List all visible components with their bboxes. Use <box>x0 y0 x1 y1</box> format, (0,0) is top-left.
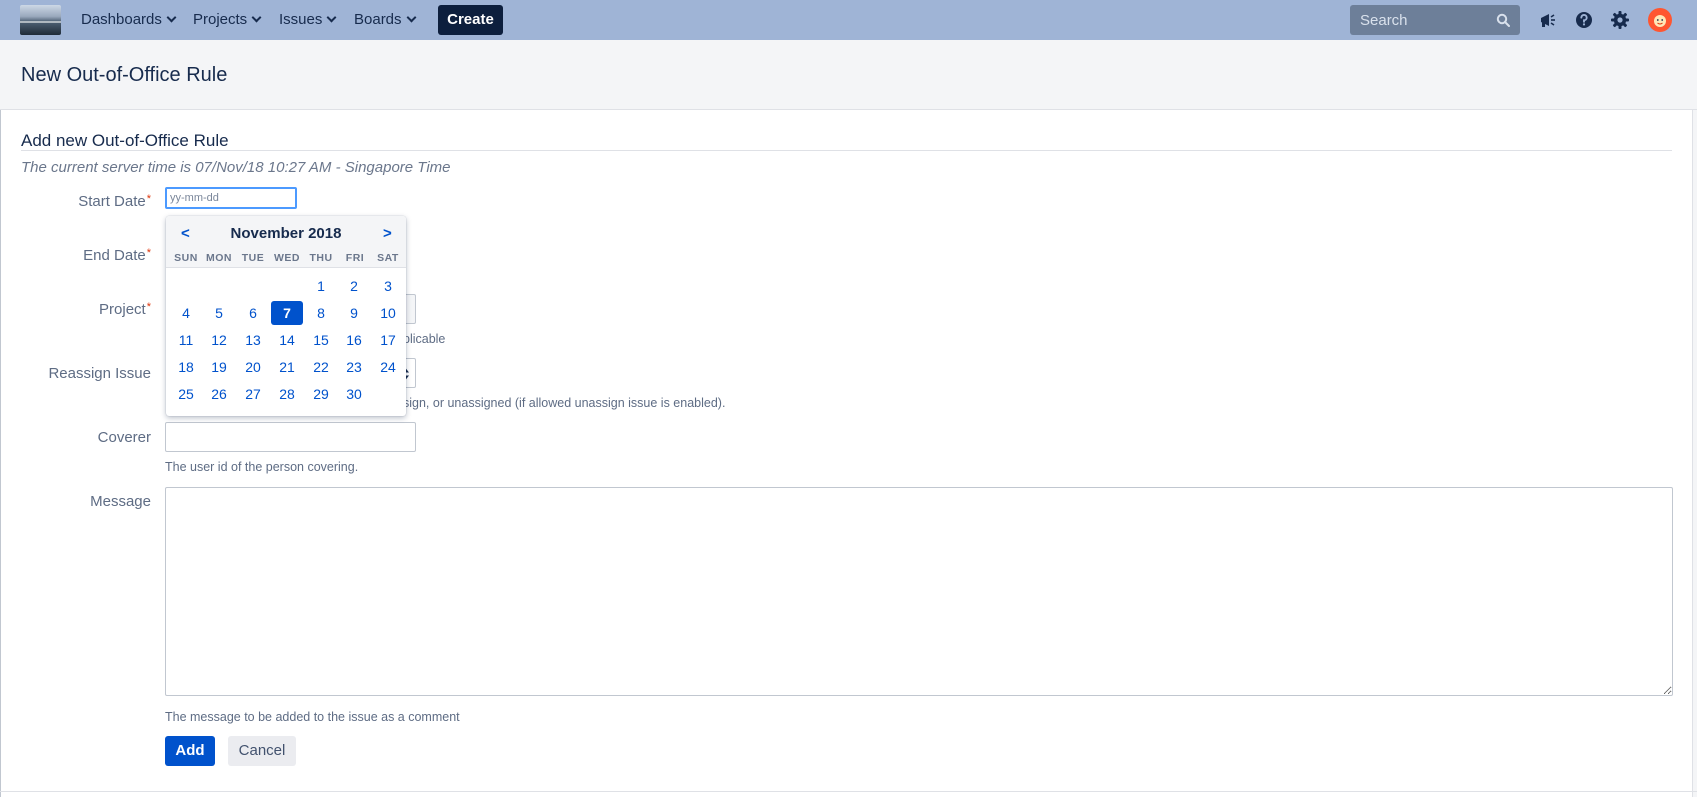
calendar-day[interactable]: 4 <box>170 301 202 325</box>
section-divider <box>21 150 1672 151</box>
top-navigation-bar: Dashboards Projects Issues Boards Create <box>0 0 1697 40</box>
calendar-day[interactable]: 8 <box>305 301 337 325</box>
calendar-day[interactable]: 22 <box>305 355 337 379</box>
calendar-weekday: THU <box>309 252 333 264</box>
message-label: Message <box>90 493 151 510</box>
calendar-day[interactable]: 2 <box>338 274 370 298</box>
nav-projects[interactable]: Projects <box>193 0 262 40</box>
chevron-down-icon <box>406 12 416 23</box>
calendar-day[interactable]: 15 <box>305 328 337 352</box>
calendar-day-selected[interactable]: 7 <box>271 301 303 325</box>
app-logo[interactable] <box>20 5 61 35</box>
chevron-down-icon <box>166 12 177 23</box>
coverer-input[interactable] <box>165 422 416 452</box>
calendar-day[interactable]: 28 <box>271 382 303 406</box>
calendar-day[interactable]: 6 <box>237 301 269 325</box>
start-date-label: Start Date* <box>0 193 151 210</box>
calendar-day[interactable]: 26 <box>203 382 235 406</box>
calendar-day[interactable]: 14 <box>271 328 303 352</box>
required-mark: * <box>146 247 151 259</box>
message-textarea[interactable] <box>165 487 1673 696</box>
calendar-day[interactable]: 30 <box>338 382 370 406</box>
nav-boards-label: Boards <box>354 11 402 28</box>
project-label: Project* <box>0 301 151 318</box>
calendar-weekday: WED <box>274 252 300 264</box>
section-title: Add new Out-of-Office Rule <box>21 131 229 150</box>
chevron-down-icon <box>251 12 262 23</box>
start-date-input[interactable] <box>165 187 297 209</box>
page-right-edge <box>1692 40 1697 797</box>
nav-issues-label: Issues <box>279 11 323 28</box>
calendar-day[interactable]: 1 <box>305 274 337 298</box>
calendar-day[interactable]: 17 <box>372 328 404 352</box>
calendar-day[interactable]: 3 <box>372 274 404 298</box>
calendar-day[interactable]: 25 <box>170 382 202 406</box>
project-description: plicable <box>403 332 446 346</box>
start-date-label-text: Start Date <box>78 193 146 210</box>
cancel-button[interactable]: Cancel <box>228 736 296 766</box>
required-mark: * <box>146 301 151 313</box>
reassign-issue-description: sign, or unassigned (if allowed unassign… <box>403 396 726 410</box>
nav-issues[interactable]: Issues <box>279 0 337 40</box>
create-button[interactable]: Create <box>438 5 503 35</box>
add-button[interactable]: Add <box>165 736 215 766</box>
nav-dashboards-label: Dashboards <box>81 11 162 28</box>
calendar-day[interactable]: 24 <box>372 355 404 379</box>
page-title: New Out-of-Office Rule <box>21 64 228 86</box>
page-left-border <box>0 40 1 797</box>
search-box <box>1350 5 1520 35</box>
calendar-day[interactable]: 18 <box>170 355 202 379</box>
calendar-day[interactable]: 23 <box>338 355 370 379</box>
calendar-day[interactable]: 11 <box>170 328 202 352</box>
nav-projects-label: Projects <box>193 11 248 28</box>
end-date-label: End Date* <box>0 247 151 264</box>
calendar-day[interactable]: 27 <box>237 382 269 406</box>
page-header: New Out-of-Office Rule <box>0 40 1697 110</box>
calendar-weekday: SUN <box>174 252 198 264</box>
coverer-label: Coverer <box>97 429 151 446</box>
help-icon[interactable] <box>1573 9 1595 31</box>
coverer-description: The user id of the person covering. <box>165 460 359 474</box>
calendar-day[interactable]: 19 <box>203 355 235 379</box>
avatar[interactable] <box>1648 8 1672 32</box>
chevron-down-icon <box>326 12 337 23</box>
calendar-day[interactable]: 20 <box>237 355 269 379</box>
page-bottom-divider <box>0 791 1697 792</box>
settings-icon[interactable] <box>1609 9 1631 31</box>
calendar-weekday: MON <box>206 252 232 264</box>
nav-dashboards[interactable]: Dashboards <box>81 0 177 40</box>
nav-boards[interactable]: Boards <box>354 0 416 40</box>
search-input[interactable] <box>1350 5 1490 35</box>
required-mark: * <box>146 193 151 205</box>
calendar-header: < November 2018 > SUN MON TUE WED THU FR… <box>166 216 406 268</box>
calendar-weekday: SAT <box>377 252 399 264</box>
calendar-day[interactable]: 21 <box>271 355 303 379</box>
calendar-day[interactable]: 12 <box>203 328 235 352</box>
calendar-day[interactable]: 10 <box>372 301 404 325</box>
reassign-issue-label: Reassign Issue <box>48 365 151 382</box>
end-date-label-text: End Date <box>83 247 146 264</box>
calendar-weekday: FRI <box>345 252 365 264</box>
calendar-day[interactable]: 9 <box>338 301 370 325</box>
calendar-month-title: November 2018 <box>230 225 342 242</box>
calendar-weekday: TUE <box>241 252 265 264</box>
avatar-face-icon <box>1654 15 1666 27</box>
date-picker-calendar: < November 2018 > SUN MON TUE WED THU FR… <box>166 216 406 416</box>
project-label-text: Project <box>99 301 146 318</box>
calendar-day[interactable]: 13 <box>237 328 269 352</box>
calendar-next-month-button[interactable]: > <box>383 225 392 242</box>
server-time-text: The current server time is 07/Nov/18 10:… <box>21 159 451 176</box>
calendar-day[interactable]: 16 <box>338 328 370 352</box>
search-icon[interactable] <box>1496 13 1510 27</box>
megaphone-icon[interactable] <box>1537 9 1559 31</box>
message-description: The message to be added to the issue as … <box>165 710 460 724</box>
calendar-day[interactable]: 29 <box>305 382 337 406</box>
calendar-day[interactable]: 5 <box>203 301 235 325</box>
